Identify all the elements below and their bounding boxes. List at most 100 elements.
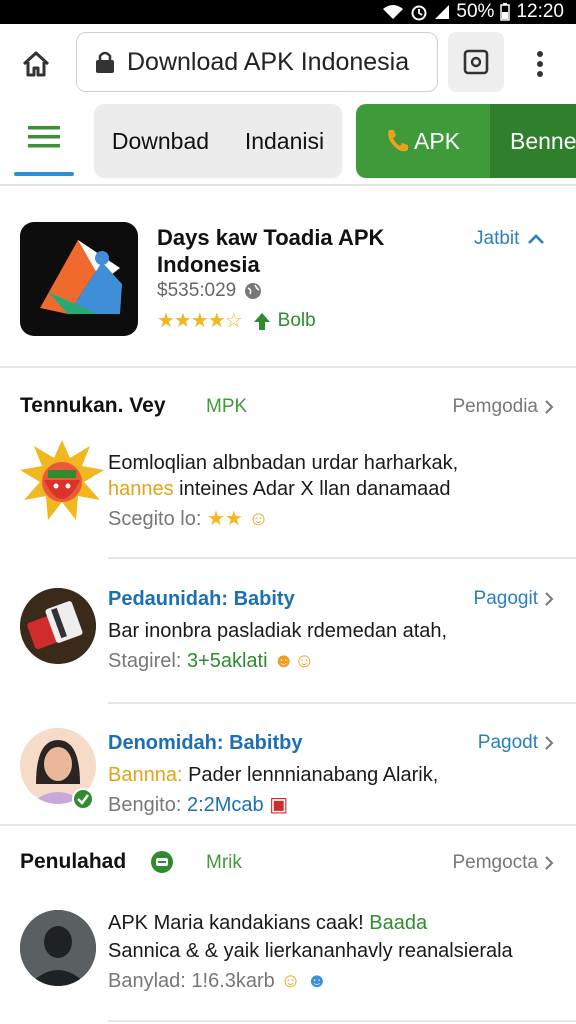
url-text: Download APK Indonesia [127,47,410,76]
review-author: Pedaunidah: Babity [108,588,295,610]
section-tag-2: Mrik [206,852,242,873]
smiley-icon: ☺ [248,508,269,530]
review-highlight: Baada [369,912,428,934]
section-title-2: Penulahad [20,850,127,873]
review-avatar [20,440,104,520]
review-meta-label: Banylad: 1!6.3karb [108,970,275,992]
review-avatar [20,910,96,986]
review-meta: Stagirel: 3+5aklati ☻☺ [108,650,315,673]
review-line-1: Eomloqlian albnbadan urdar harharkak, [108,452,459,474]
benne-nav-label: Benne [510,127,576,154]
browser-toolbar: Download APK Indonesia [0,24,576,102]
review-meta-label: Bengito: [108,794,182,816]
review-meta-value: 3+5aklati [186,650,268,672]
alarm-icon [410,3,428,21]
home-button[interactable] [14,46,58,82]
review-page-link[interactable]: Pagodt [478,732,554,754]
search-chip[interactable]: Downbad Indanisi [94,104,342,178]
section-link-1-label: Pemgodia [452,396,538,417]
review-text: Pader lennnianabang Alarik, [182,764,439,786]
app-logo-icon [20,222,138,336]
more-vert-icon [537,51,543,77]
divider [108,557,576,559]
menu-button[interactable] [14,120,74,176]
review-meta-label: Scegito lo: [108,508,202,530]
review-meta-label: Stagirel: [108,650,182,672]
apk-nav-group: APK Benne [356,104,576,178]
emoji-icon: ☻☺ [273,650,315,672]
review-meta: Bengito: 2:2Mcab ▣ [108,792,288,817]
review-text: Bar inonbra pasladiak rdemedan atah, [108,620,448,642]
section-link-2[interactable]: Pemgocta [452,852,554,874]
section-tag-1: MPK [206,396,248,417]
star-rating-icon: ★★★★☆ [157,310,243,332]
review-meta: Banylad: 1!6.3karb ☺ ☻ [108,970,327,993]
globe-icon [245,283,262,299]
divider [108,1020,576,1022]
gift-icon: ▣ [269,794,289,816]
app-expand-toggle[interactable]: Jatbit [474,228,545,250]
chevron-up-icon [528,234,545,244]
chevron-right-icon [545,400,554,414]
search-chip-word1: Downbad [111,127,210,154]
app-size: $535:029 [157,280,262,302]
url-field[interactable]: Download APK Indonesia [76,32,438,92]
review-text: inteines Adar X llan danamaad [173,478,451,500]
review-item[interactable]: Denomidah: Babitby Pagodt Bannna: Pader … [0,722,576,822]
battery-icon [500,3,511,21]
review-avatar [20,588,96,664]
review-line-2: hannes inteines Adar X llan danamaad [108,478,450,501]
review-line-2: Bannna: Pader lennnianabang Alarik, [108,764,438,787]
review-item[interactable]: Eomloqlian albnbadan urdar harharkak, ha… [0,436,576,556]
review-meta: Scegito lo: ★★ ☺ [108,506,269,531]
lock-icon [96,51,114,73]
wifi-icon [382,4,404,20]
status-bar: 50% 12:20 [0,0,576,24]
app-card[interactable]: Days kaw Toadia APK Indonesia $535:029 ★… [0,198,576,368]
chat-icon [151,851,173,873]
menu-active-indicator [14,172,74,176]
clock-time: 12:20 [516,1,564,22]
section-divider [0,824,576,826]
benne-nav-button[interactable]: Benne [490,104,576,178]
emoji-icon: ☻ [306,970,328,992]
arrow-up-icon [253,312,270,330]
chevron-right-icon [545,592,554,606]
chevron-right-icon [545,736,554,750]
overflow-menu-button[interactable] [520,44,560,84]
review-meta-value: 2:2Mcab [186,794,264,816]
apk-nav-button[interactable]: APK [356,104,490,178]
site-nav: Downbad Indanisi APK Benne [0,102,576,186]
section-link-2-label: Pemgocta [452,852,538,873]
hamburger-icon [28,126,60,148]
search-chip-word2: Indanisi [244,127,325,154]
battery-percent: 50% [456,1,495,22]
review-item[interactable]: APK Maria kandakians caak! Baada Sannica… [0,902,576,1012]
review-highlight: hannes [108,478,174,500]
apk-nav-label: APK [414,127,461,154]
review-page-link-label: Pagogit [473,588,538,609]
verified-badge-icon [72,788,94,810]
review-page-link[interactable]: Pagogit [474,588,554,610]
tab-switcher-icon [463,49,489,75]
review-page-link-label: Pagodt [477,732,538,753]
section-header-1: Tennukan. Vey MPK Pemgodia [0,386,576,426]
review-line-2: Sannica & & yaik lierkananhavly reanalsi… [108,940,513,962]
divider [108,702,576,704]
review-line-1: APK Maria kandakians caak! Baada [108,912,427,935]
tabs-button[interactable] [448,32,504,92]
section-link-1[interactable]: Pemgodia [452,396,554,418]
phone-icon [388,130,408,152]
section-title-1: Tennukan. Vey [20,394,166,417]
review-text: APK Maria kandakians caak! [108,912,370,934]
review-item[interactable]: Pedaunidah: Babity Pagogit Bar inonbra p… [0,580,576,700]
chevron-right-icon [545,856,554,870]
app-rating-label: Bolb [277,309,316,331]
review-highlight: Bannna: [108,764,183,786]
emoji-icon: ☺ [280,970,301,992]
app-title: Days kaw Toadia APK Indonesia [157,225,385,277]
app-size-value: $535:029 [157,280,237,301]
section-header-2: Penulahad Mrik Pemgocta [0,842,576,882]
review-author: Denomidah: Babitby [108,732,303,754]
app-expand-label: Jatbit [474,228,520,249]
